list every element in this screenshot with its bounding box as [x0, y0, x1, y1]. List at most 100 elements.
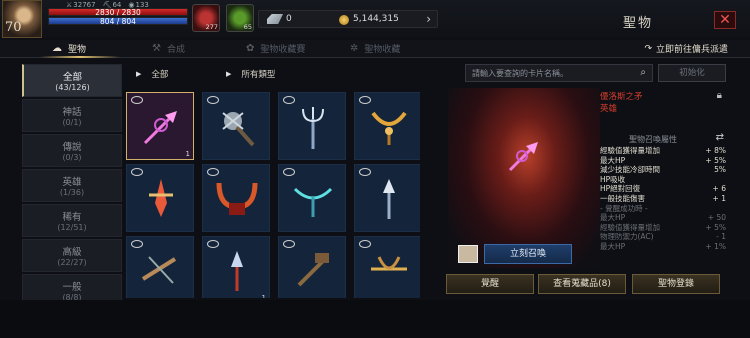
- search-icon[interactable]: ⌕: [640, 67, 646, 78]
- category-count: (0/3): [62, 153, 82, 162]
- golden-crossbow-icon: [371, 256, 407, 271]
- relic-card-mace[interactable]: [202, 92, 270, 160]
- category-count: (0/1): [62, 118, 82, 127]
- grade-badge-icon: [283, 240, 295, 248]
- tab-label: 聖物收藏賽: [260, 45, 306, 55]
- category-name: 傳說: [62, 142, 82, 153]
- relic-card-trident[interactable]: [278, 92, 346, 160]
- grade-badge-icon: [359, 240, 371, 248]
- search-input[interactable]: [466, 65, 616, 81]
- card-count: 1: [261, 294, 266, 298]
- category-count: (22/27): [57, 258, 87, 267]
- effect-line: 減少技能冷卻時間 5%: [600, 165, 726, 175]
- relic-card-spear-selected[interactable]: 1: [126, 92, 194, 160]
- type-filter[interactable]: ▶ 所有類型: [226, 68, 275, 80]
- category-name: 高級: [62, 247, 82, 258]
- mp-text: 804 / 804: [100, 17, 136, 26]
- grade-badge-icon: [283, 96, 295, 104]
- currency-bar: 0 5,144,315 ›: [258, 10, 438, 28]
- relic-name: 優洛斯之矛: [600, 92, 643, 102]
- category-count: (43/126): [55, 83, 90, 92]
- category-advanced[interactable]: 高級 (22/27): [22, 239, 122, 272]
- register-button[interactable]: 聖物登錄: [632, 274, 720, 294]
- preview-spear-icon: [508, 142, 538, 172]
- play-arrow-icon: ▶: [136, 70, 142, 78]
- leaf-slot[interactable]: 65: [226, 4, 254, 32]
- tab-relic[interactable]: ☁ 聖物: [52, 42, 86, 55]
- category-name: 英雄: [62, 177, 82, 188]
- category-name: 稀有: [62, 212, 82, 223]
- awaken-line: 經驗值獲得量增加 + 5%: [600, 222, 726, 232]
- effect-line: 經驗值獲得量增加 + 8%: [600, 146, 726, 155]
- tab-collection[interactable]: ✲ 聖物收藏: [350, 42, 400, 55]
- lock-icon[interactable]: 🔒︎: [717, 90, 722, 101]
- potion-count: 277: [205, 23, 218, 31]
- potion-slot[interactable]: 277: [192, 4, 220, 32]
- grade-badge-icon: [359, 168, 371, 176]
- pink-spear-icon: [143, 111, 177, 145]
- collection-tab-icon: ✲: [350, 43, 359, 54]
- effects-header: 聖物召喚屬性: [629, 135, 677, 144]
- grade-filter[interactable]: ▶ 全部: [136, 68, 168, 80]
- tab-label: 合成: [166, 45, 185, 55]
- awaken-button[interactable]: 覺醒: [446, 274, 534, 294]
- swap-arrows-icon[interactable]: ⇄: [716, 132, 724, 143]
- close-button[interactable]: ✕: [714, 11, 736, 29]
- player-level: 70: [5, 20, 22, 35]
- effect-line: 最大HP + 5%: [600, 155, 726, 165]
- relic-card-spear-2[interactable]: 1: [202, 236, 270, 298]
- relic-rarity: 英雄: [600, 104, 618, 114]
- relic-card-hammer[interactable]: [278, 236, 346, 298]
- demon-horns-icon: [216, 182, 258, 215]
- hp-bar: 2830 / 2830: [48, 8, 188, 16]
- active-tab-underline: [40, 56, 120, 58]
- relic-card-dagger[interactable]: [126, 164, 194, 232]
- category-legend[interactable]: 傳說 (0/3): [22, 134, 122, 167]
- relic-card-horn-ring[interactable]: [354, 92, 420, 160]
- hp-text: 2830 / 2830: [95, 8, 141, 17]
- view-collection-button[interactable]: 查看蒐藏品(8): [538, 274, 626, 294]
- tab-synthesis[interactable]: ⚒ 合成: [152, 42, 185, 55]
- relic-card-bow[interactable]: [354, 236, 420, 298]
- grade-badge-icon: [207, 240, 219, 248]
- page-title: 聖物: [623, 16, 654, 31]
- category-myth[interactable]: 神話 (0/1): [22, 99, 122, 132]
- grade-badge-icon: [359, 96, 371, 104]
- mercenary-portrait[interactable]: [458, 245, 478, 263]
- gold-amount: 5,144,315: [353, 14, 399, 24]
- relic-card-arrow[interactable]: [354, 164, 420, 232]
- effects-list: 經驗值獲得量增加 + 8% 最大HP + 5% 減少技能冷卻時間 5% HP吸收 HP…: [600, 146, 726, 252]
- type-filter-label: 所有類型: [241, 70, 276, 80]
- effect-line: HP吸收: [600, 174, 626, 184]
- reset-button[interactable]: 初始化: [658, 64, 726, 82]
- tab-label: 聖物: [68, 45, 87, 55]
- effect-line: 一般技能傷害 + 1: [600, 193, 726, 203]
- collection-event-tab-icon: ✿: [246, 43, 255, 54]
- tab-collection-event[interactable]: ✿ 聖物收藏賽: [246, 42, 305, 55]
- relic-card-horns[interactable]: [202, 164, 270, 232]
- relic-card-crossbow-2[interactable]: [126, 236, 194, 298]
- grade-badge-icon: [207, 168, 219, 176]
- top-status-bar: 70 ⚔ 32767 ⛏ 64 ◉ 133 2830 / 2830 804 / 804…: [0, 0, 750, 38]
- synthesis-tab-icon: ⚒: [152, 43, 161, 54]
- awaken-header: - 覺醒成功時 -: [600, 203, 648, 213]
- mace-icon: [222, 112, 255, 147]
- relic-card-crossbow[interactable]: [278, 164, 346, 232]
- footer-strip: [0, 300, 750, 338]
- blue-spear-icon: [231, 251, 243, 291]
- redirect-arrow-icon: ↷: [644, 43, 652, 54]
- currency-arrow-icon[interactable]: ›: [426, 12, 431, 26]
- dispatch-link[interactable]: ↷ 立即前往傭兵派遣: [644, 42, 728, 56]
- ice-bow-icon: [293, 187, 333, 217]
- category-name: 全部: [62, 72, 82, 83]
- tab-label: 聖物收藏: [364, 45, 401, 55]
- relic-tab-icon: ☁: [52, 43, 62, 54]
- trident-icon: [302, 107, 324, 149]
- grade-badge-icon: [131, 96, 143, 104]
- category-hero[interactable]: 英雄 (1/36): [22, 169, 122, 202]
- grade-badge-icon: [207, 96, 219, 104]
- category-all[interactable]: 全部 (43/126): [22, 64, 122, 97]
- summon-button[interactable]: 立刻召喚: [484, 244, 572, 264]
- grade-badge-icon: [131, 240, 143, 248]
- category-rare[interactable]: 稀有 (12/51): [22, 204, 122, 237]
